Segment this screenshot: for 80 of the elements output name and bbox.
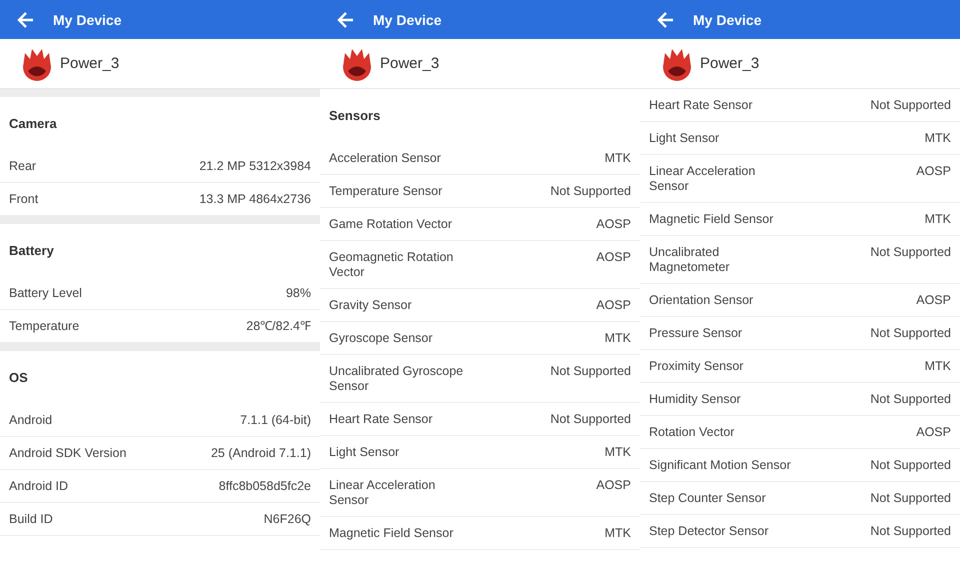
info-value: AOSP <box>596 250 631 265</box>
device-name: Power_3 <box>700 55 760 72</box>
info-label: Magnetic Field Sensor <box>329 526 454 541</box>
back-arrow-icon[interactable] <box>657 10 675 28</box>
back-arrow-icon[interactable] <box>337 10 355 28</box>
info-value: Not Supported <box>870 524 951 539</box>
info-value: Not Supported <box>870 98 951 113</box>
info-value: MTK <box>924 359 951 374</box>
info-label: Proximity Sensor <box>649 359 744 374</box>
info-label: Humidity Sensor <box>649 392 741 407</box>
info-label: Android SDK Version <box>9 446 126 461</box>
info-label: Acceleration Sensor <box>329 151 441 166</box>
back-arrow-icon[interactable] <box>17 10 35 28</box>
info-label: Android ID <box>9 479 68 494</box>
info-label: Build ID <box>9 512 53 527</box>
info-value: Not Supported <box>870 245 951 260</box>
info-label: Step Detector Sensor <box>649 524 769 539</box>
info-label: Pressure Sensor <box>649 326 742 341</box>
info-value: Not Supported <box>550 412 631 427</box>
info-value: 8ffc8b058d5fc2e <box>218 479 311 494</box>
info-value: MTK <box>604 151 631 166</box>
info-label: Gyroscope Sensor <box>329 331 433 346</box>
info-value: AOSP <box>596 217 631 232</box>
info-label: Significant Motion Sensor <box>649 458 791 473</box>
logo-icon <box>661 46 693 80</box>
info-value: MTK <box>924 212 951 227</box>
info-value: N6F26Q <box>264 512 311 527</box>
info-value: AOSP <box>596 298 631 313</box>
info-value: Not Supported <box>870 326 951 341</box>
device-name: Power_3 <box>60 55 120 72</box>
info-label: Game Rotation Vector <box>329 217 452 232</box>
info-label: Temperature Sensor <box>329 184 442 199</box>
info-value: MTK <box>604 331 631 346</box>
info-value: Not Supported <box>870 458 951 473</box>
info-value: Not Supported <box>550 184 631 199</box>
info-value: Not Supported <box>550 364 631 379</box>
section-heading: Sensors <box>329 108 380 123</box>
info-label: Gravity Sensor <box>329 298 412 313</box>
info-value: 7.1.1 (64-bit) <box>240 413 311 428</box>
info-label: Uncalibrated Magnetometer <box>649 245 731 275</box>
info-value: AOSP <box>916 164 951 179</box>
info-label: Light Sensor <box>649 131 720 146</box>
device-name: Power_3 <box>380 55 440 72</box>
info-label: Orientation Sensor <box>649 293 754 308</box>
info-label: Front <box>9 192 38 207</box>
info-value: 13.3 MP 4864x2736 <box>199 192 311 207</box>
info-value: MTK <box>604 526 631 541</box>
info-label: Linear Acceleration Sensor <box>649 164 756 194</box>
info-value: AOSP <box>916 425 951 440</box>
info-label: Rotation Vector <box>649 425 734 440</box>
info-label: Heart Rate Sensor <box>329 412 433 427</box>
info-value: MTK <box>924 131 951 146</box>
info-value: 25 (Android 7.1.1) <box>210 446 311 461</box>
section-heading: Battery <box>9 243 54 258</box>
info-value: Not Supported <box>870 491 951 506</box>
info-label: Light Sensor <box>329 445 400 460</box>
info-label: Android <box>9 413 52 428</box>
info-label: Step Counter Sensor <box>649 491 766 506</box>
screen-title: My Device <box>53 12 122 28</box>
info-label: Rear <box>9 159 36 174</box>
info-value: AOSP <box>596 478 631 493</box>
logo-icon <box>21 46 53 80</box>
info-label: Heart Rate Sensor <box>649 98 753 113</box>
screen-title: My Device <box>693 12 762 28</box>
info-value: Not Supported <box>870 392 951 407</box>
info-value: 21.2 MP 5312x3984 <box>199 159 311 174</box>
screen-title: My Device <box>373 12 442 28</box>
info-label: Battery Level <box>9 286 82 301</box>
info-value: 28℃/82.4℉ <box>246 319 311 334</box>
info-value: AOSP <box>916 293 951 308</box>
info-label: Linear Acceleration Sensor <box>329 478 436 508</box>
section-heading: Camera <box>9 116 57 131</box>
section-heading: OS <box>9 370 28 385</box>
logo-icon <box>341 46 373 80</box>
info-value: MTK <box>604 445 631 460</box>
info-label: Geomagnetic Rotation Vector <box>329 250 454 280</box>
info-value: 98% <box>286 286 311 301</box>
info-label: Temperature <box>9 319 80 334</box>
info-label: Uncalibrated Gyroscope Sensor <box>329 364 464 394</box>
info-label: Magnetic Field Sensor <box>649 212 774 227</box>
